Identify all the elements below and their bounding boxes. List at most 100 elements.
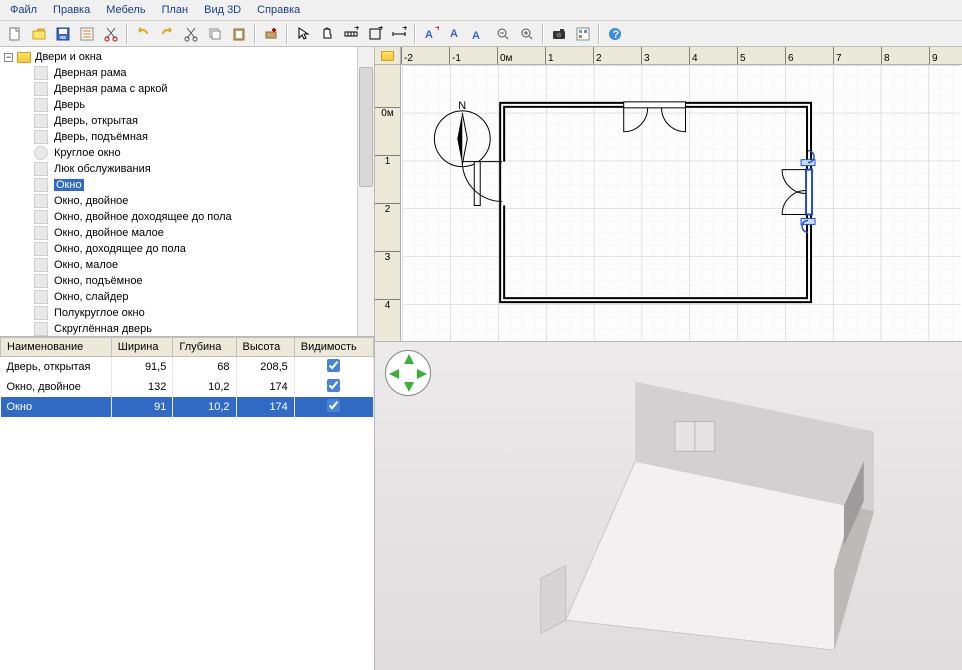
- zoom-in-button[interactable]: [516, 23, 538, 45]
- menu-help[interactable]: Справка: [251, 2, 306, 18]
- new-file-button[interactable]: [4, 23, 26, 45]
- cut-button[interactable]: [100, 23, 122, 45]
- svg-text:A: A: [472, 30, 480, 42]
- catalog-item-label: Полукруглое окно: [54, 307, 145, 319]
- preferences-button[interactable]: [76, 23, 98, 45]
- menu-file[interactable]: Файл: [4, 2, 43, 18]
- ruler-v-tick: 3: [375, 251, 400, 263]
- cell-depth: 10,2: [173, 377, 236, 397]
- catalog-item[interactable]: Дверь: [32, 97, 370, 113]
- text-small-button[interactable]: A: [444, 23, 466, 45]
- catalog-item-label: Окно, малое: [54, 259, 118, 271]
- left-column: − Двери и окна Дверная рамаДверная рама …: [0, 47, 375, 670]
- help-button[interactable]: ?: [604, 23, 626, 45]
- camera-button[interactable]: [548, 23, 570, 45]
- toolbar: + + + A+ A A ?: [0, 21, 962, 47]
- view3d-panel[interactable]: [375, 342, 962, 670]
- catalog-item-label: Люк обслуживания: [54, 163, 151, 175]
- catalog-item[interactable]: Окно, двойное доходящее до пола: [32, 209, 370, 225]
- dimension-tool-button[interactable]: +: [388, 23, 410, 45]
- catalog-scrollbar[interactable]: [357, 47, 374, 336]
- paste-button[interactable]: [228, 23, 250, 45]
- cut2-button[interactable]: [180, 23, 202, 45]
- col-height[interactable]: Высота: [236, 338, 294, 357]
- catalog-item[interactable]: Окно, малое: [32, 257, 370, 273]
- folder-icon: [381, 51, 394, 61]
- wall-tool-button[interactable]: +: [340, 23, 362, 45]
- nav-right-icon[interactable]: [417, 369, 427, 379]
- visibility-checkbox[interactable]: [327, 399, 340, 412]
- catalog-item[interactable]: Окно, подъёмное: [32, 273, 370, 289]
- furniture-table: Наименование Ширина Глубина Высота Видим…: [0, 337, 374, 417]
- cell-visible: [294, 397, 373, 417]
- catalog-item-thumb: [34, 290, 48, 304]
- col-width[interactable]: Ширина: [111, 338, 173, 357]
- ruler-h-tick: 3: [641, 47, 650, 64]
- table-row[interactable]: Окно9110,2174: [1, 397, 374, 417]
- copy-button[interactable]: [204, 23, 226, 45]
- table-row[interactable]: Дверь, открытая91,568208,5: [1, 357, 374, 378]
- catalog-item[interactable]: Дверь, подъёмная: [32, 129, 370, 145]
- preferences2-button[interactable]: [572, 23, 594, 45]
- catalog-item[interactable]: Дверь, открытая: [32, 113, 370, 129]
- catalog-item[interactable]: Круглое окно: [32, 145, 370, 161]
- catalog-item-label: Скруглённая дверь: [54, 323, 152, 335]
- nav-left-icon[interactable]: [389, 369, 399, 379]
- catalog-item[interactable]: Дверная рама: [32, 65, 370, 81]
- menu-edit[interactable]: Правка: [47, 2, 96, 18]
- catalog-folder-header[interactable]: − Двери и окна: [4, 49, 370, 65]
- catalog-item-label: Окно, доходящее до пола: [54, 243, 186, 255]
- catalog-item[interactable]: Скруглённая дверь: [32, 321, 370, 337]
- ruler-v-tick: 1: [375, 155, 400, 167]
- select-tool-button[interactable]: [292, 23, 314, 45]
- catalog-item-label: Окно, двойное: [54, 195, 128, 207]
- col-depth[interactable]: Глубина: [173, 338, 236, 357]
- undo-button[interactable]: [132, 23, 154, 45]
- nav-3d-control[interactable]: [385, 350, 431, 396]
- room-tool-button[interactable]: +: [364, 23, 386, 45]
- cell-name: Окно: [1, 397, 112, 417]
- col-visible[interactable]: Видимость: [294, 338, 373, 357]
- table-row[interactable]: Окно, двойное13210,2174: [1, 377, 374, 397]
- cell-name: Дверь, открытая: [1, 357, 112, 378]
- menu-furniture[interactable]: Мебель: [100, 2, 151, 18]
- catalog-item[interactable]: Дверная рама с аркой: [32, 81, 370, 97]
- toolbar-separator: [598, 24, 600, 44]
- zoom-out-button[interactable]: [492, 23, 514, 45]
- text-tool-button[interactable]: A+: [420, 23, 442, 45]
- catalog-item-label: Окно: [54, 179, 84, 191]
- catalog-item[interactable]: Полукруглое окно: [32, 305, 370, 321]
- pan-tool-button[interactable]: [316, 23, 338, 45]
- catalog-item-thumb: [34, 114, 48, 128]
- menu-plan[interactable]: План: [156, 2, 195, 18]
- col-name[interactable]: Наименование: [1, 338, 112, 357]
- add-furniture-button[interactable]: [260, 23, 282, 45]
- catalog-item[interactable]: Окно, доходящее до пола: [32, 241, 370, 257]
- plan-view-panel[interactable]: -2-10м123456789 0м1234: [375, 47, 962, 342]
- catalog-item-label: Окно, слайдер: [54, 291, 129, 303]
- text-large-button[interactable]: A: [468, 23, 490, 45]
- catalog-item-thumb: [34, 242, 48, 256]
- catalog-item[interactable]: Окно: [32, 177, 370, 193]
- nav-up-icon[interactable]: [404, 354, 414, 364]
- catalog-item[interactable]: Окно, двойное: [32, 193, 370, 209]
- open-file-button[interactable]: [28, 23, 50, 45]
- menu-view3d[interactable]: Вид 3D: [198, 2, 247, 18]
- plan-canvas[interactable]: N: [401, 65, 962, 341]
- catalog-item-thumb: [34, 66, 48, 80]
- catalog-item[interactable]: Люк обслуживания: [32, 161, 370, 177]
- save-button[interactable]: [52, 23, 74, 45]
- ruler-h-tick: 2: [593, 47, 602, 64]
- folder-icon: [17, 52, 31, 63]
- catalog-item[interactable]: Окно, двойное малое: [32, 225, 370, 241]
- catalog-item-label: Окно, двойное малое: [54, 227, 164, 239]
- visibility-checkbox[interactable]: [327, 359, 340, 372]
- menubar: Файл Правка Мебель План Вид 3D Справка: [0, 0, 962, 21]
- redo-button[interactable]: [156, 23, 178, 45]
- catalog-item[interactable]: Окно, слайдер: [32, 289, 370, 305]
- svg-text:+: +: [435, 26, 439, 34]
- ruler-corner[interactable]: [375, 47, 401, 65]
- collapse-icon[interactable]: −: [4, 53, 13, 62]
- visibility-checkbox[interactable]: [327, 379, 340, 392]
- nav-down-icon[interactable]: [404, 382, 414, 392]
